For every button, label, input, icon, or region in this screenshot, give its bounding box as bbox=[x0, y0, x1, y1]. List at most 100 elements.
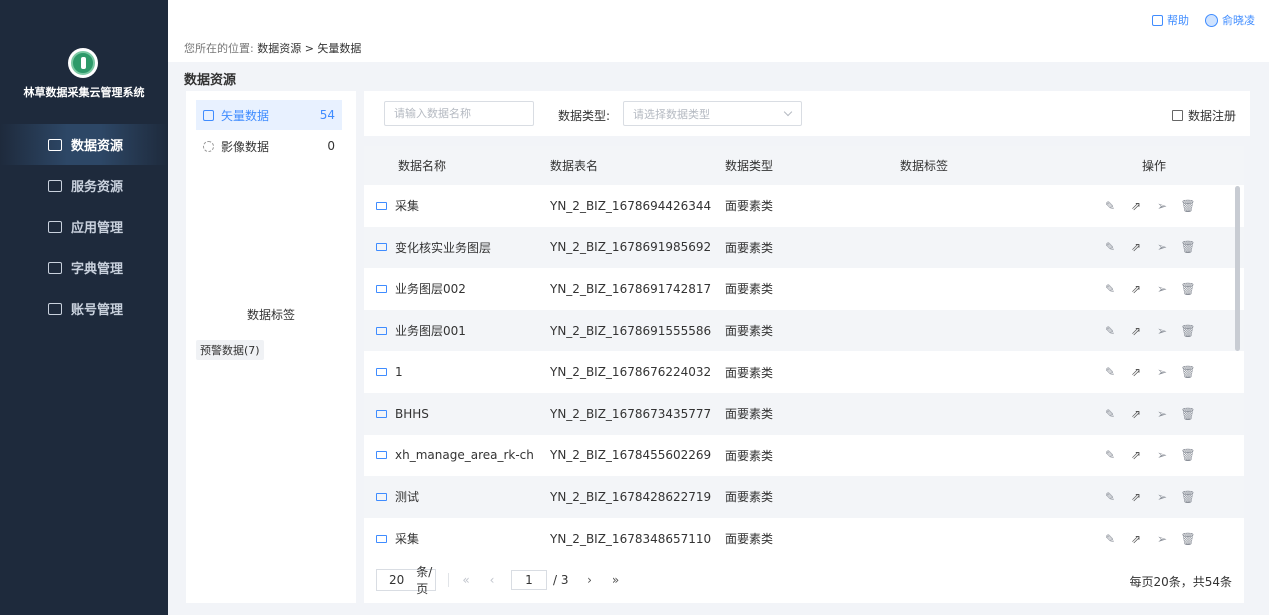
cell-table: YN_2_BIZ_1678694426344 bbox=[550, 198, 712, 213]
send-icon[interactable]: ➢ bbox=[1155, 532, 1169, 546]
next-page-button[interactable]: › bbox=[583, 573, 597, 587]
table-row[interactable]: 1 YN_2_BIZ_1678676224032 面要素类 ✎ ⇗ ➢ 🗑 bbox=[364, 351, 1244, 393]
edit-icon[interactable]: ✎ bbox=[1103, 407, 1117, 421]
cell-name: xh_manage_area_rk-ch bbox=[364, 448, 550, 462]
send-icon[interactable]: ➢ bbox=[1155, 448, 1169, 462]
export-icon[interactable]: ⇗ bbox=[1129, 448, 1143, 462]
category-vector[interactable]: 矢量数据 54 bbox=[196, 100, 342, 130]
layer-icon bbox=[376, 201, 387, 210]
table-row[interactable]: 测试 YN_2_BIZ_1678428622719 面要素类 ✎ ⇗ ➢ 🗑 bbox=[364, 476, 1244, 518]
table-row[interactable]: xh_manage_area_rk-ch YN_2_BIZ_16784556022… bbox=[364, 435, 1244, 477]
tags-heading: 数据标签 bbox=[246, 308, 295, 322]
cell-type: 面要素类 bbox=[725, 282, 774, 297]
breadcrumb: 您所在的位置: 数据资源 > 矢量数据 bbox=[184, 40, 361, 56]
delete-icon[interactable]: 🗑 bbox=[1180, 282, 1195, 296]
layer-icon bbox=[376, 284, 387, 293]
server-icon bbox=[48, 179, 62, 192]
prev-page-button[interactable]: ‹ bbox=[485, 573, 499, 587]
row-name: 业务图层002 bbox=[395, 282, 466, 297]
edit-icon[interactable]: ✎ bbox=[1103, 532, 1117, 546]
edit-icon[interactable]: ✎ bbox=[1103, 448, 1117, 462]
edit-icon[interactable]: ✎ bbox=[1103, 490, 1117, 504]
sidebar-item-dictionary[interactable]: 字典管理 bbox=[0, 247, 168, 288]
col-header-actions: 操作 bbox=[1141, 159, 1166, 173]
breadcrumb-prefix: 您所在的位置: bbox=[184, 42, 254, 55]
layer-icon bbox=[376, 409, 387, 418]
table-header: 数据名称 数据表名 数据类型 数据标签 操作 bbox=[364, 146, 1244, 185]
first-page-button[interactable]: « bbox=[459, 573, 473, 587]
table-row[interactable]: 变化核实业务图层 YN_2_BIZ_1678691985692 面要素类 ✎ ⇗ ➢ 🗑 bbox=[364, 226, 1244, 269]
sidebar-item-app-management[interactable]: 应用管理 bbox=[0, 206, 168, 247]
table-row[interactable]: 业务图层002 YN_2_BIZ_1678691742817 面要素类 ✎ ⇗ ➢ 🗑 bbox=[364, 268, 1244, 310]
delete-icon[interactable]: 🗑 bbox=[1180, 199, 1195, 213]
last-page-button[interactable]: » bbox=[609, 573, 623, 587]
register-button[interactable]: 数据注册 bbox=[1171, 107, 1236, 124]
delete-icon[interactable]: 🗑 bbox=[1180, 365, 1195, 379]
edit-icon[interactable]: ✎ bbox=[1103, 282, 1117, 296]
send-icon[interactable]: ➢ bbox=[1155, 199, 1169, 213]
user-menu[interactable]: 俞晓凌 bbox=[1205, 12, 1255, 28]
help-icon bbox=[1152, 14, 1163, 26]
table-row[interactable]: BHHS YN_2_BIZ_1678673435777 面要素类 ✎ ⇗ ➢ 🗑 bbox=[364, 392, 1244, 435]
export-icon[interactable]: ⇗ bbox=[1129, 199, 1143, 213]
scrollbar[interactable] bbox=[1235, 186, 1240, 351]
search-input[interactable] bbox=[384, 101, 534, 126]
category-imagery[interactable]: 影像数据 0 bbox=[196, 131, 342, 161]
export-icon[interactable]: ⇗ bbox=[1129, 365, 1143, 379]
send-icon[interactable]: ➢ bbox=[1155, 407, 1169, 421]
cell-name: BHHS bbox=[364, 407, 550, 421]
export-icon[interactable]: ⇗ bbox=[1129, 240, 1143, 254]
page-size-select[interactable]: 20 条/页 bbox=[376, 565, 436, 596]
type-select[interactable]: 请选择数据类型 bbox=[623, 101, 802, 126]
page-number-input[interactable]: 1 bbox=[511, 570, 547, 590]
sidebar-item-data-resources[interactable]: 数据资源 bbox=[0, 124, 168, 165]
table-row[interactable]: 业务图层001 YN_2_BIZ_1678691555586 面要素类 ✎ ⇗ ➢ 🗑 bbox=[364, 309, 1244, 352]
register-label: 数据注册 bbox=[1187, 109, 1236, 123]
send-icon[interactable]: ➢ bbox=[1155, 282, 1169, 296]
account-icon bbox=[48, 302, 62, 315]
delete-icon[interactable]: 🗑 bbox=[1180, 490, 1195, 504]
table-row[interactable]: 采集 YN_2_BIZ_1678348657110 面要素类 ✎ ⇗ ➢ 🗑 bbox=[364, 518, 1244, 560]
cell-type: 面要素类 bbox=[725, 199, 774, 214]
tag-chip[interactable]: 预警数据(7) bbox=[196, 340, 264, 360]
category-label: 影像数据 bbox=[221, 139, 270, 154]
row-name: 变化核实业务图层 bbox=[395, 240, 492, 255]
export-icon[interactable]: ⇗ bbox=[1129, 490, 1143, 504]
cell-table: YN_2_BIZ_1678348657110 bbox=[550, 531, 712, 546]
delete-icon[interactable]: 🗑 bbox=[1180, 407, 1195, 421]
edit-icon[interactable]: ✎ bbox=[1103, 324, 1117, 338]
export-icon[interactable]: ⇗ bbox=[1129, 282, 1143, 296]
cell-actions: ✎ ⇗ ➢ 🗑 bbox=[1064, 532, 1244, 546]
cell-table: YN_2_BIZ_1678428622719 bbox=[550, 489, 712, 504]
app-logo bbox=[68, 48, 98, 78]
cell-table: YN_2_BIZ_1678673435777 bbox=[550, 406, 712, 421]
export-icon[interactable]: ⇗ bbox=[1129, 324, 1143, 338]
breadcrumb-path[interactable]: 数据资源 > 矢量数据 bbox=[257, 42, 361, 55]
edit-icon[interactable]: ✎ bbox=[1103, 365, 1117, 379]
send-icon[interactable]: ➢ bbox=[1155, 324, 1169, 338]
delete-icon[interactable]: 🗑 bbox=[1180, 448, 1195, 462]
delete-icon[interactable]: 🗑 bbox=[1180, 324, 1195, 338]
export-icon[interactable]: ⇗ bbox=[1129, 407, 1143, 421]
export-icon[interactable]: ⇗ bbox=[1129, 532, 1143, 546]
sidebar: 林草数据采集云管理系统 数据资源 服务资源 应用管理 字典管理 账号管理 bbox=[0, 0, 168, 615]
delete-icon[interactable]: 🗑 bbox=[1180, 240, 1195, 254]
sidebar-item-label: 应用管理 bbox=[71, 221, 124, 236]
sidebar-item-accounts[interactable]: 账号管理 bbox=[0, 288, 168, 329]
help-link[interactable]: 帮助 bbox=[1152, 12, 1189, 28]
layer-icon bbox=[376, 451, 387, 460]
edit-icon[interactable]: ✎ bbox=[1103, 199, 1117, 213]
send-icon[interactable]: ➢ bbox=[1155, 490, 1169, 504]
table-row[interactable]: 采集 YN_2_BIZ_1678694426344 面要素类 ✎ ⇗ ➢ 🗑 bbox=[364, 185, 1244, 227]
category-panel: 矢量数据 54 影像数据 0 数据标签 预警数据(7) bbox=[186, 91, 356, 603]
delete-icon[interactable]: 🗑 bbox=[1180, 532, 1195, 546]
send-icon[interactable]: ➢ bbox=[1155, 240, 1169, 254]
send-icon[interactable]: ➢ bbox=[1155, 365, 1169, 379]
layer-icon bbox=[376, 243, 387, 252]
cell-type: 面要素类 bbox=[725, 324, 774, 339]
row-name: 采集 bbox=[395, 199, 420, 214]
layer-icon bbox=[376, 368, 387, 377]
edit-icon[interactable]: ✎ bbox=[1103, 240, 1117, 254]
sidebar-item-service-resources[interactable]: 服务资源 bbox=[0, 165, 168, 206]
cell-type: 面要素类 bbox=[725, 448, 774, 463]
